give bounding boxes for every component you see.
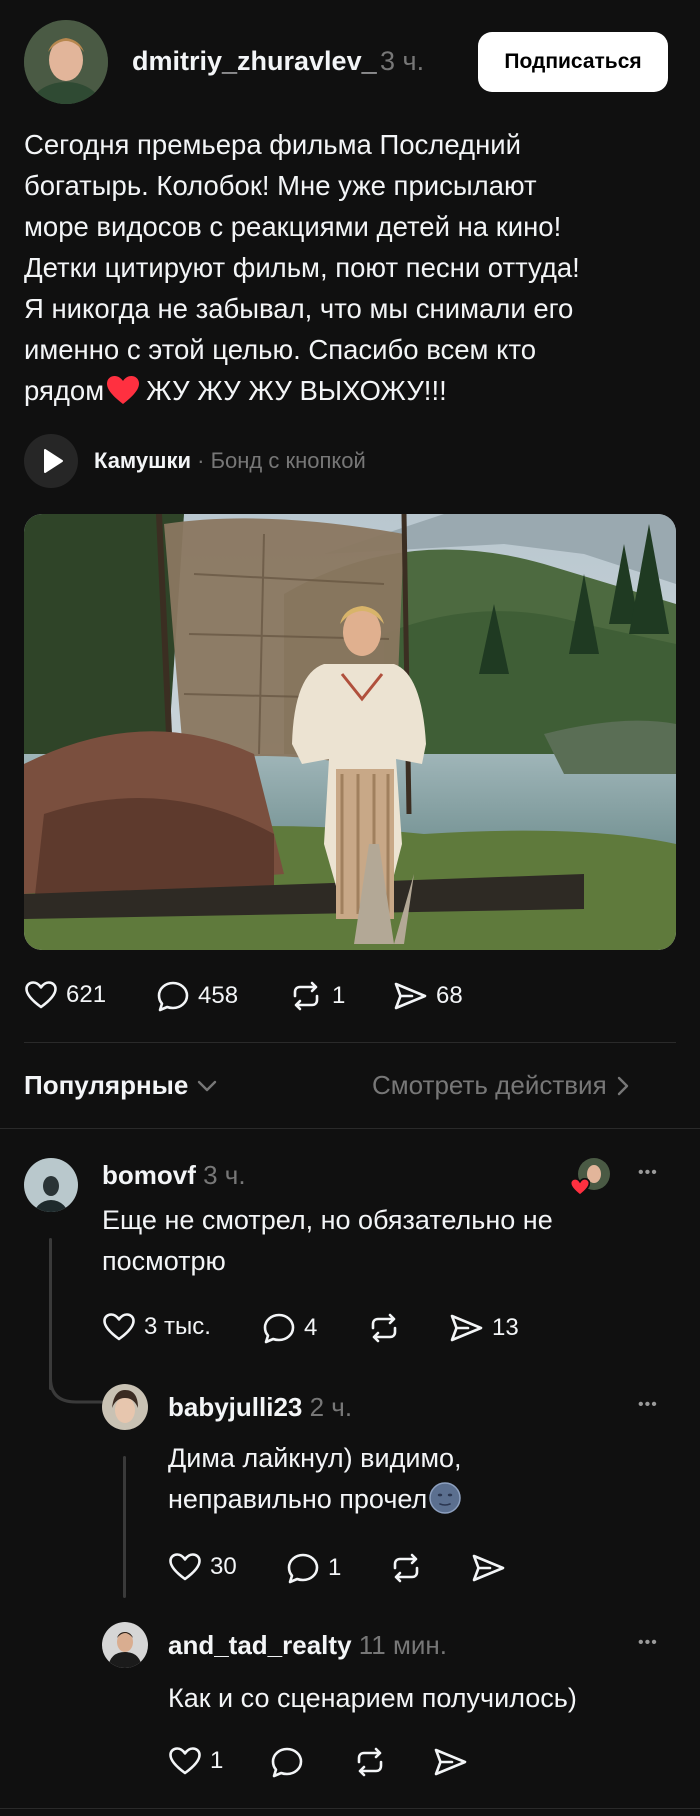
post-text: Сегодня премьера фильма Последний богаты…: [24, 124, 684, 411]
divider: [0, 1128, 700, 1129]
comment-avatar[interactable]: [24, 1158, 78, 1212]
repost-icon: [357, 1747, 383, 1777]
author-avatar[interactable]: [24, 20, 108, 104]
share-icon: [434, 1748, 467, 1776]
music-separator: ·: [197, 448, 205, 473]
comment-reply-button[interactable]: 4: [262, 1312, 317, 1344]
comment-header: babyjulli23 2 ч.: [168, 1392, 352, 1423]
comment-icon: [263, 1313, 295, 1344]
comment-share-button[interactable]: 13: [448, 1312, 519, 1344]
post-text-line-last: рядом ЖУ ЖУ ЖУ ВЫХОЖУ!!!: [24, 375, 447, 406]
comment-avatar-image: [102, 1622, 148, 1668]
comment-avatar[interactable]: [102, 1622, 148, 1668]
author-username[interactable]: dmitriy_zhuravlev_: [132, 46, 377, 77]
comment-time: 11 мин.: [358, 1630, 447, 1660]
repost-icon: [371, 1313, 397, 1343]
comment-like-count: 1: [210, 1747, 224, 1774]
sort-dropdown[interactable]: Популярные: [24, 1070, 218, 1101]
post-text-line: море видосов с реакциями детей на кино!: [24, 211, 562, 242]
comment-text-line-last: неправильно прочел: [168, 1479, 668, 1520]
comment-time: 2 ч.: [309, 1392, 353, 1422]
post-comment-count: 458: [198, 982, 239, 1009]
post-repost-button[interactable]: 1: [288, 980, 345, 1012]
comment-repost-button[interactable]: [366, 1312, 410, 1344]
sort-label: Популярные: [24, 1070, 189, 1100]
comment-text: Как и со сценарием получилось): [168, 1683, 577, 1713]
post-share-button[interactable]: 68: [392, 980, 463, 1012]
comment-icon: [157, 981, 189, 1012]
comment-repost-button[interactable]: [388, 1552, 432, 1584]
comment-username[interactable]: bomovf: [102, 1160, 196, 1190]
liked-by-author-heart-icon: [570, 1178, 590, 1196]
music-artist: Камушки: [94, 448, 192, 473]
comment-more-button[interactable]: •••: [638, 1396, 658, 1414]
view-activity-link[interactable]: Смотреть действия: [372, 1070, 629, 1101]
follow-button[interactable]: Подписаться: [478, 32, 668, 92]
repost-icon: [393, 1553, 419, 1583]
comment-like-count: 3 тыс.: [144, 1313, 211, 1340]
author-avatar-image: [24, 20, 108, 104]
heart-icon: [169, 1553, 201, 1581]
comment-icon: [271, 1747, 303, 1778]
view-activity-label: Смотреть действия: [372, 1070, 607, 1100]
comment-text: Еще не смотрел, но обязательно не посмот…: [102, 1205, 553, 1276]
repost-icon: [293, 981, 319, 1011]
post-like-count: 621: [66, 981, 107, 1008]
comment-like-button[interactable]: 3 тыс.: [102, 1312, 211, 1342]
divider: [24, 1042, 676, 1043]
heart-icon: [25, 981, 57, 1009]
comment-reply-count: 1: [328, 1554, 342, 1581]
comment-header: bomovf 3 ч.: [102, 1160, 246, 1191]
chevron-right-icon: [617, 1076, 628, 1095]
play-icon: [44, 449, 63, 473]
new-moon-face-emoji-icon: [429, 1482, 462, 1514]
comment-time: 3 ч.: [203, 1160, 246, 1190]
comment-username[interactable]: babyjulli23: [168, 1392, 302, 1422]
music-play-button[interactable]: [24, 434, 78, 488]
comment-like-button[interactable]: 1: [168, 1746, 223, 1776]
post-text-line: Сегодня премьера фильма Последний: [24, 129, 521, 160]
music-track: Бонд с кнопкой: [210, 448, 366, 473]
post-comment-button[interactable]: 458: [156, 980, 238, 1012]
post-photo-image: [24, 514, 676, 950]
comment-avatar[interactable]: [102, 1384, 148, 1430]
post-photo[interactable]: [24, 514, 676, 950]
thread-line: [123, 1456, 126, 1598]
comment-like-button[interactable]: 30: [168, 1552, 237, 1582]
comment-avatar-image: [102, 1384, 148, 1430]
comment-text: Дима лайкнул) видимо, неправильно прочел: [168, 1438, 668, 1520]
post-time: 3 ч.: [380, 46, 425, 76]
red-heart-emoji-icon: [107, 376, 140, 404]
divider: [0, 1808, 700, 1809]
post-share-count: 68: [436, 982, 463, 1009]
comment-username[interactable]: and_tad_realty: [168, 1630, 352, 1660]
post-like-button[interactable]: 621: [24, 980, 106, 1010]
comment-more-button[interactable]: •••: [638, 1634, 658, 1652]
share-icon: [394, 982, 427, 1010]
chevron-down-icon: [198, 1080, 217, 1091]
comment-icon: [287, 1553, 319, 1584]
comment-share-button[interactable]: [470, 1552, 514, 1584]
comment-reply-button[interactable]: [270, 1746, 312, 1778]
comment-share-count: 13: [492, 1314, 519, 1341]
comment-like-count: 30: [210, 1553, 237, 1580]
comment-share-button[interactable]: [432, 1746, 476, 1778]
comment-repost-button[interactable]: [352, 1746, 396, 1778]
post-text-line: именно с этой целью. Спасибо всем кто: [24, 334, 537, 365]
post-text-line: Детки цитируют фильм, поют песни оттуда!: [24, 252, 580, 283]
comment-reply-count: 4: [304, 1314, 318, 1341]
music-info[interactable]: Камушки · Бонд с кнопкой: [94, 448, 366, 474]
comment-reply-button[interactable]: 1: [286, 1552, 341, 1584]
post-repost-count: 1: [332, 982, 346, 1009]
share-icon: [450, 1314, 483, 1342]
comment-avatar-image: [24, 1158, 78, 1212]
comment-more-button[interactable]: •••: [638, 1164, 658, 1182]
heart-icon: [103, 1313, 135, 1341]
share-icon: [472, 1554, 505, 1582]
post-text-line: Я никогда не забывал, что мы снимали его: [24, 293, 574, 324]
post-text-line: богатырь. Колобок! Мне уже присылают: [24, 170, 537, 201]
comment-header: and_tad_realty 11 мин.: [168, 1630, 447, 1661]
heart-icon: [169, 1747, 201, 1775]
